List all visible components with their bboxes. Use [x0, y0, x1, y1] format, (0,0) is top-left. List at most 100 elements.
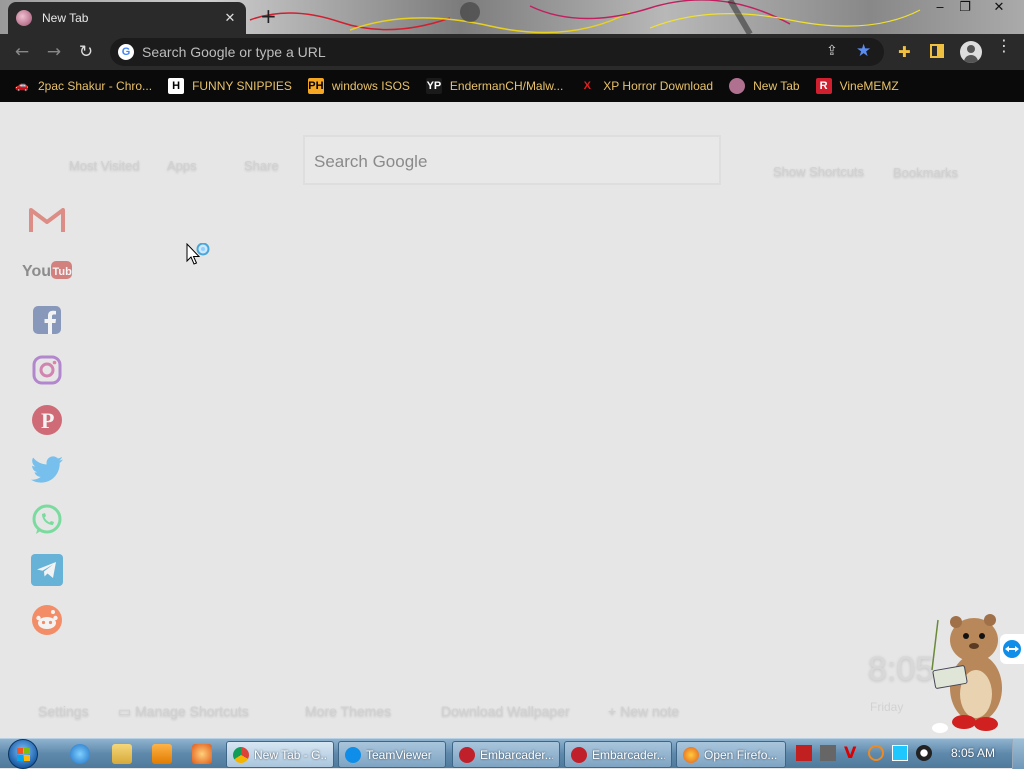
bookmark-label: EndermanCH/Malw...: [449, 79, 564, 93]
taskbar-button-label: Embarcader...: [480, 747, 553, 762]
note-icon: +: [608, 703, 621, 719]
show-shortcuts-link[interactable]: Show Shortcuts: [773, 164, 864, 179]
taskbar-button[interactable]: TeamViewer: [338, 741, 446, 768]
embarcadero-icon: [459, 746, 475, 763]
whatsapp-icon[interactable]: [29, 502, 65, 538]
new-note-link[interactable]: + New note: [608, 703, 679, 719]
taskbar-button-label: New Tab - G...: [254, 747, 327, 762]
app-quicklaunch-icon[interactable]: [192, 744, 212, 764]
taskbar-button[interactable]: Open Firefo...: [676, 741, 786, 768]
facebook-icon[interactable]: [29, 302, 65, 338]
apps-link[interactable]: Apps: [167, 158, 197, 173]
taskbar-button-label: TeamViewer: [366, 747, 432, 762]
more-themes-link[interactable]: More Themes: [305, 703, 391, 719]
x-logo-icon: X: [579, 78, 596, 94]
back-button[interactable]: ←: [12, 42, 32, 62]
taskbar-button[interactable]: Embarcader...: [452, 741, 560, 768]
manage-shortcuts-link[interactable]: ▭ Manage Shortcuts: [118, 703, 249, 720]
close-icon[interactable]: ✕: [222, 11, 238, 26]
media-player-icon[interactable]: [152, 744, 172, 764]
share-link[interactable]: Share: [244, 158, 279, 173]
gmail-icon[interactable]: [29, 202, 65, 238]
bookmarks-bar: 🚗 2pac Shakur - Chro... H FUNNY SNIPPIES PH w…: [0, 70, 1024, 102]
restore-button[interactable]: ❐: [950, 0, 980, 20]
chrome-icon: [233, 746, 249, 763]
pinterest-icon[interactable]: P: [29, 402, 65, 438]
ph-logo-icon: PH: [307, 78, 324, 94]
show-desktop-button[interactable]: [1012, 739, 1024, 769]
r-logo-icon: R: [815, 78, 832, 94]
internet-explorer-icon[interactable]: [70, 744, 90, 764]
bookmarks-link[interactable]: Bookmarks: [893, 165, 958, 180]
taskbar-button-label: Embarcader...: [592, 747, 665, 762]
start-button[interactable]: [8, 739, 38, 769]
taskbar-button-label: Open Firefo...: [704, 747, 778, 762]
manage-shortcuts-label: Manage Shortcuts: [135, 703, 249, 719]
bookmark-item[interactable]: YP EndermanCH/Malw...: [425, 78, 564, 94]
bookmark-label: FUNNY SNIPPIES: [192, 79, 292, 93]
teamviewer-panel-tab[interactable]: [1000, 634, 1024, 664]
most-visited-link[interactable]: Most Visited: [69, 158, 140, 173]
bookmark-label: windows ISOS: [331, 79, 410, 93]
busy-cursor-icon: [186, 243, 210, 265]
firefox-icon: [683, 746, 699, 763]
telegram-icon[interactable]: [29, 552, 65, 588]
bookmark-item[interactable]: H FUNNY SNIPPIES: [168, 78, 292, 94]
extensions-puzzle-icon[interactable]: ✚: [898, 43, 911, 61]
newtab-favicon-icon: [729, 78, 746, 94]
bookmark-star-icon[interactable]: ★: [856, 41, 871, 61]
address-bar[interactable]: G Search Google or type a URL ⇪ ★: [110, 38, 884, 66]
google-icon: G: [118, 44, 134, 60]
youtube-icon[interactable]: YouTube: [21, 252, 73, 288]
share-icon[interactable]: ⇪: [826, 43, 838, 59]
file-explorer-icon[interactable]: [112, 744, 132, 764]
reddit-icon[interactable]: [29, 602, 65, 638]
download-wallpaper-link[interactable]: Download Wallpaper: [441, 703, 570, 719]
bookmark-label: 2pac Shakur - Chro...: [38, 79, 153, 93]
graffiti-theme-image: [249, 0, 921, 34]
svg-text:Tube: Tube: [53, 266, 73, 278]
tray-v-icon[interactable]: V: [844, 745, 860, 761]
search-placeholder: Search Google: [314, 152, 428, 171]
embarcadero-icon: [571, 746, 587, 763]
browser-window: New Tab ✕ + ‒ ❐ ✕ ← → ↻ G Search Google …: [0, 0, 1024, 738]
new-note-label: New note: [620, 703, 680, 719]
google-search-box[interactable]: Search Google: [303, 135, 721, 185]
taskbar-clock[interactable]: 8:05 AM: [951, 746, 995, 760]
address-bar-placeholder: Search Google or type a URL: [142, 44, 326, 60]
teamviewer-icon: [1003, 640, 1021, 658]
bookmark-item[interactable]: R VineMEMZ: [815, 78, 899, 94]
tray-app-icon[interactable]: [820, 745, 836, 761]
forward-button[interactable]: →: [44, 42, 64, 62]
clock-day: Friday: [870, 700, 904, 714]
browser-menu-icon[interactable]: ⋮: [996, 38, 1012, 54]
taskbar-button[interactable]: New Tab - G...: [226, 741, 334, 768]
windows-logo-icon: [17, 748, 30, 761]
side-panel-icon[interactable]: [930, 44, 944, 58]
clock-time: 8:05: [868, 650, 935, 688]
instagram-icon[interactable]: [29, 352, 65, 388]
tab-new-tab[interactable]: New Tab ✕: [8, 2, 246, 34]
bookmark-item[interactable]: X XP Horror Download: [579, 78, 713, 94]
tray-acrobat-icon[interactable]: [796, 745, 812, 761]
hamster-desktop-pet[interactable]: [928, 610, 1012, 738]
window-close-button[interactable]: ✕: [984, 0, 1014, 20]
reload-button[interactable]: ↻: [76, 42, 96, 62]
bookmark-item[interactable]: New Tab: [729, 78, 800, 94]
tray-search-icon[interactable]: [868, 745, 884, 761]
tray-display-icon[interactable]: [892, 745, 908, 761]
new-tab-page: Most Visited Apps Share Search Google Sh…: [0, 102, 1024, 738]
teamviewer-icon: [345, 746, 361, 763]
windows-taskbar: New Tab - G... TeamViewer Embarcader... Emb…: [0, 738, 1024, 769]
settings-link[interactable]: Settings: [38, 703, 89, 719]
taskbar-button[interactable]: Embarcader...: [564, 741, 672, 768]
bookmark-label: VineMEMZ: [839, 79, 899, 93]
twitter-icon[interactable]: [29, 452, 65, 488]
profile-avatar-icon[interactable]: [960, 41, 982, 63]
tray-webcam-icon[interactable]: [916, 745, 932, 761]
tab-title: New Tab: [42, 11, 89, 25]
bookmark-item[interactable]: PH windows ISOS: [307, 78, 410, 94]
new-tab-button[interactable]: +: [260, 6, 277, 26]
bookmark-item[interactable]: 🚗 2pac Shakur - Chro...: [14, 78, 152, 94]
shortcuts-icon: ▭: [118, 703, 136, 719]
